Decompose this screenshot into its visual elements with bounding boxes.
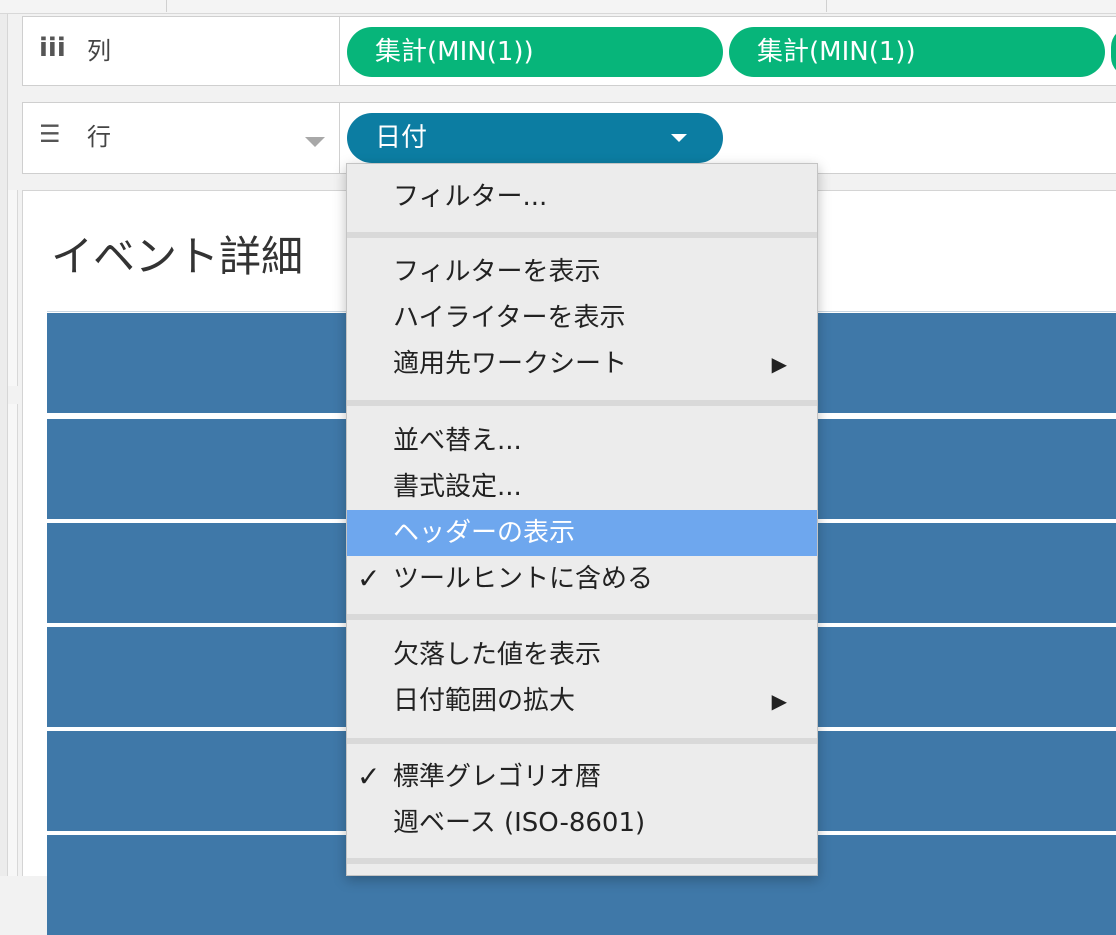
shelf-dropdown-icon[interactable] bbox=[305, 137, 325, 147]
toolbar-strip bbox=[0, 0, 1116, 14]
left-gutter bbox=[0, 14, 8, 876]
menu-separator bbox=[347, 614, 817, 620]
strip-divider bbox=[826, 0, 827, 12]
rows-shelf-label: ☰ 行 bbox=[23, 103, 340, 173]
pill-context-menu: フィルター... フィルターを表示 ハイライターを表示 適用先ワークシート ▶ … bbox=[346, 163, 818, 876]
menu-item-show-header[interactable]: ヘッダーの表示 bbox=[347, 510, 817, 556]
rows-label: 行 bbox=[87, 123, 111, 151]
menu-item-expand-date-range[interactable]: 日付範囲の拡大 ▶ bbox=[347, 678, 817, 724]
strip-divider bbox=[166, 0, 167, 12]
worksheet-title: イベント詳細 bbox=[51, 232, 304, 281]
menu-separator bbox=[347, 400, 817, 406]
menu-item-label: 並べ替え... bbox=[393, 426, 522, 456]
column-pill-partial[interactable] bbox=[1111, 27, 1116, 77]
row-pill-label: 日付 bbox=[375, 123, 428, 153]
checkmark-icon: ✓ bbox=[357, 760, 381, 793]
menu-item-filter[interactable]: フィルター... bbox=[347, 174, 817, 220]
menu-item-label: 週ベース (ISO-8601) bbox=[393, 808, 646, 838]
side-panel bbox=[8, 404, 18, 876]
menu-separator bbox=[347, 858, 817, 864]
menu-separator bbox=[347, 738, 817, 744]
menu-item-label: ヘッダーの表示 bbox=[393, 518, 576, 548]
menu-item-apply-to-worksheets[interactable]: 適用先ワークシート ▶ bbox=[347, 341, 817, 387]
pill-dropdown-icon[interactable] bbox=[671, 134, 687, 142]
menu-item-include-in-tooltip[interactable]: ✓ ツールヒントに含める bbox=[347, 556, 817, 602]
columns-shelf[interactable]: iii 列 集計(MIN(1)) 集計(MIN(1)) bbox=[22, 16, 1116, 86]
menu-item-label: 欠落した値を表示 bbox=[393, 640, 602, 670]
menu-item-label: 適用先ワークシート bbox=[393, 349, 628, 379]
row-pill-date[interactable]: 日付 bbox=[347, 113, 723, 163]
submenu-arrow-icon: ▶ bbox=[771, 352, 787, 376]
menu-item-label: 日付範囲の拡大 bbox=[393, 686, 576, 716]
submenu-arrow-icon: ▶ bbox=[771, 689, 787, 713]
menu-item-show-missing-values[interactable]: 欠落した値を表示 bbox=[347, 632, 817, 678]
menu-item-format[interactable]: 書式設定... bbox=[347, 464, 817, 510]
column-pill-min-1[interactable]: 集計(MIN(1)) bbox=[347, 27, 723, 77]
menu-item-sort[interactable]: 並べ替え... bbox=[347, 418, 817, 464]
menu-separator bbox=[347, 232, 817, 238]
menu-item-label: フィルターを表示 bbox=[393, 257, 601, 287]
menu-item-label: 書式設定... bbox=[393, 472, 522, 502]
columns-shelf-label: iii 列 bbox=[23, 17, 340, 85]
menu-item-show-filter[interactable]: フィルターを表示 bbox=[347, 249, 817, 295]
menu-item-show-highlighter[interactable]: ハイライターを表示 bbox=[347, 295, 817, 341]
menu-item-label: フィルター... bbox=[393, 182, 548, 212]
columns-label: 列 bbox=[87, 37, 111, 65]
menu-item-standard-gregorian[interactable]: ✓ 標準グレゴリオ暦 bbox=[347, 754, 817, 800]
menu-item-iso-8601[interactable]: 週ベース (ISO-8601) bbox=[347, 800, 817, 846]
rows-icon: ☰ bbox=[39, 120, 61, 148]
menu-item-label: 標準グレゴリオ暦 bbox=[393, 762, 602, 792]
columns-icon: iii bbox=[39, 33, 66, 63]
column-pill-min-2[interactable]: 集計(MIN(1)) bbox=[729, 27, 1105, 77]
side-panel bbox=[8, 190, 18, 386]
menu-item-label: ハイライターを表示 bbox=[393, 303, 626, 333]
checkmark-icon: ✓ bbox=[357, 562, 381, 595]
menu-item-label: ツールヒントに含める bbox=[393, 564, 654, 594]
